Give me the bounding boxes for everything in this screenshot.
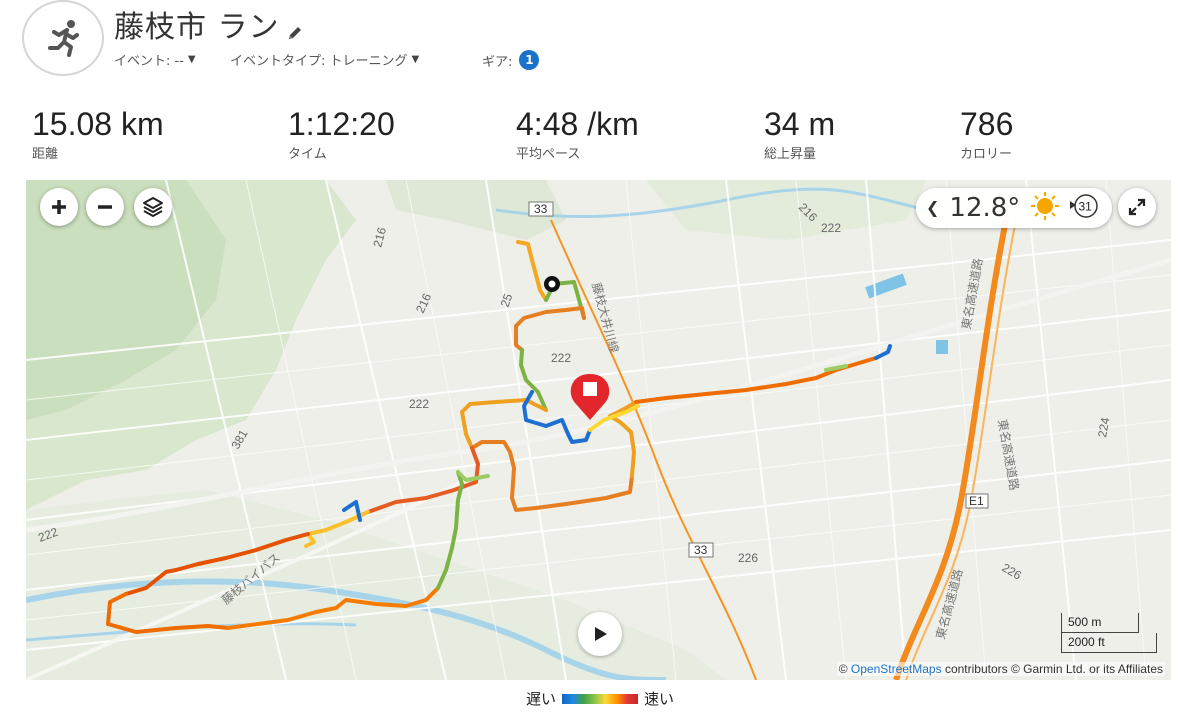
stat-distance: 15.08 km 距離 <box>32 106 164 162</box>
stat-value: 4:48 /km <box>516 106 639 142</box>
stat-calories: 786 カロリー <box>960 106 1013 162</box>
road-label: 33 <box>534 202 548 216</box>
scale-metric: 500 m <box>1061 613 1139 633</box>
openstreetmap-link[interactable]: OpenStreetMaps <box>851 662 942 676</box>
road-label: 222 <box>409 397 429 411</box>
stat-elevation-gain: 34 m 総上昇量 <box>764 106 835 162</box>
gear-count-badge[interactable]: 1 <box>519 50 540 70</box>
stat-time: 1:12:20 タイム <box>288 106 395 162</box>
pencil-icon[interactable] <box>286 15 304 39</box>
chevron-left-icon[interactable]: ❮ <box>926 198 939 218</box>
scale-imperial: 2000 ft <box>1061 633 1157 653</box>
zoom-out-button[interactable] <box>86 188 124 226</box>
caret-down-icon: ▼ <box>411 54 420 65</box>
road-label: E1 <box>969 494 984 508</box>
event-dropdown[interactable]: イベント: -- ▼ <box>114 50 196 69</box>
stat-label: 平均ペース <box>516 147 581 162</box>
play-button[interactable] <box>578 612 622 656</box>
legend-fast-label: 速い <box>644 690 675 708</box>
stat-label: 総上昇量 <box>764 147 817 162</box>
gear-label: ギア: <box>482 54 513 70</box>
running-icon <box>48 20 79 57</box>
layers-icon <box>143 197 163 217</box>
road-label: 381 <box>228 427 250 452</box>
stat-value: 786 <box>960 106 1014 142</box>
road-label: 224 <box>1095 416 1112 438</box>
map-scale: 500 m 2000 ft <box>1061 613 1157 653</box>
legend-slow-label: 遅い <box>525 690 556 708</box>
stat-label: カロリー <box>960 147 1013 162</box>
wind-indicator: 31 <box>1068 191 1102 226</box>
stat-label: タイム <box>288 147 327 162</box>
weather-panel[interactable]: ❮ 12.8° 31 <box>916 188 1112 228</box>
map-attribution: © OpenStreetMaps contributors © Garmin L… <box>836 662 1165 676</box>
plus-icon <box>52 200 66 214</box>
road-label: 222 <box>821 221 841 235</box>
temperature-value: 12.8° <box>949 193 1021 223</box>
event-type-dropdown[interactable]: イベントタイプ: トレーニング ▼ <box>230 50 419 69</box>
attribution-prefix: © <box>838 662 848 676</box>
map-base[interactable]: 33 33 E1 216 216 216 222 222 222 222 381… <box>26 180 1171 680</box>
play-icon <box>595 627 607 641</box>
sun-icon <box>1030 191 1060 226</box>
stat-value: 34 m <box>764 106 836 142</box>
stat-avg-pace: 4:48 /km 平均ペース <box>516 106 639 162</box>
stat-value: 1:12:20 <box>288 106 395 142</box>
fullscreen-button[interactable] <box>1118 188 1156 226</box>
road-label: 216 <box>413 291 434 315</box>
route-map[interactable]: 33 33 E1 216 216 216 222 222 222 222 381… <box>26 180 1171 680</box>
attribution-text: contributors © Garmin Ltd. or its Affili… <box>944 662 1163 676</box>
road-label: 226 <box>1000 560 1025 582</box>
activity-title: 藤枝市 ラン <box>114 2 304 46</box>
zoom-in-button[interactable] <box>40 188 78 226</box>
pace-gradient-bar <box>562 693 638 704</box>
start-marker-icon[interactable] <box>544 276 560 292</box>
event-type-label: イベントタイプ: トレーニング <box>230 54 408 69</box>
caret-down-icon: ▼ <box>187 54 196 65</box>
road-label: 226 <box>738 551 758 565</box>
expand-icon <box>1128 198 1146 216</box>
highway-name: 東名高速道路 <box>958 257 985 331</box>
road-label: 216 <box>370 225 389 248</box>
road-label: 25 <box>498 291 516 309</box>
minus-icon <box>98 205 112 209</box>
finish-marker-icon[interactable] <box>570 374 610 420</box>
road-label: 33 <box>694 543 708 557</box>
stat-value: 15.08 km <box>32 106 164 142</box>
wind-direction-icon: 31 <box>1070 193 1099 218</box>
activity-type-icon <box>22 0 104 76</box>
event-label: イベント: -- <box>114 54 184 69</box>
activity-title-text: 藤枝市 ラン <box>114 10 280 45</box>
road-label: 222 <box>551 351 571 365</box>
map-layers-button[interactable] <box>134 188 172 226</box>
stat-label: 距離 <box>32 147 59 162</box>
pace-legend: 遅い 速い <box>0 688 1200 709</box>
gear-link[interactable]: ギア: 1 <box>482 50 540 70</box>
wind-speed: 31 <box>1079 199 1093 213</box>
